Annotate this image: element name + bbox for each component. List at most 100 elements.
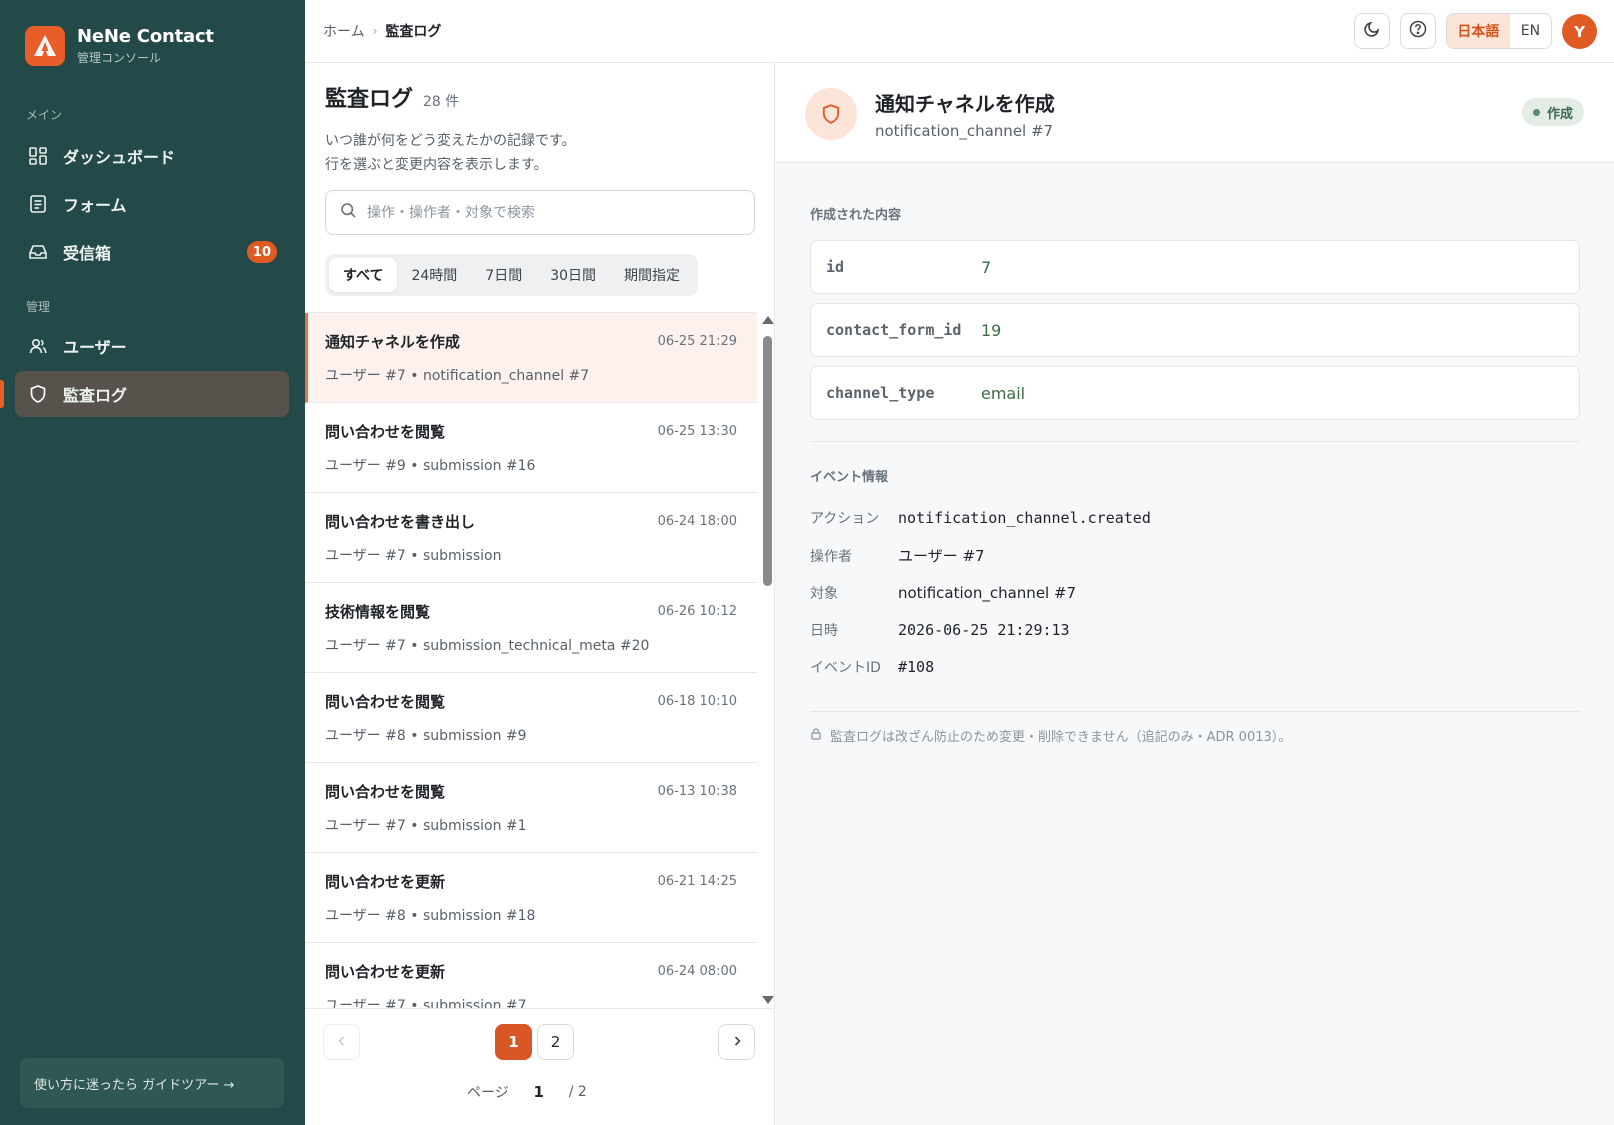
filter-tab-all[interactable]: すべて bbox=[329, 258, 398, 292]
list-item[interactable]: 問い合わせを閲覧 ユーザー #8 • submission #9 06-18 1… bbox=[305, 673, 757, 763]
sidebar-item-label: フォーム bbox=[63, 196, 127, 215]
event-value: notification_channel.created bbox=[898, 509, 1151, 527]
item-date: 06-13 10:38 bbox=[657, 784, 737, 799]
record-count: 28 件 bbox=[423, 94, 460, 110]
event-row-id: イベントID #108 bbox=[810, 657, 934, 677]
field-value: email bbox=[981, 383, 1026, 403]
sidebar-item-forms[interactable]: フォーム bbox=[15, 181, 289, 227]
item-subtitle: ユーザー #7 • submission bbox=[325, 548, 502, 564]
lang-ja-button[interactable]: 日本語 bbox=[1447, 14, 1510, 48]
field-key: id bbox=[826, 258, 845, 276]
period-filter-tabs: すべて 24時間 7日間 30日間 期間指定 bbox=[325, 254, 699, 296]
filter-tab-custom[interactable]: 期間指定 bbox=[610, 258, 694, 292]
status-dot bbox=[1532, 108, 1540, 116]
form-icon bbox=[28, 194, 48, 214]
sidebar-item-users[interactable]: ユーザー bbox=[15, 323, 289, 369]
note-text: 監査ログは改ざん防止のため変更・削除できません（追記のみ・ADR 0013）。 bbox=[830, 730, 1292, 745]
filter-tab-24h[interactable]: 24時間 bbox=[397, 258, 471, 292]
list-item[interactable]: 通知チャネルを作成 ユーザー #7 • notification_channel… bbox=[305, 313, 757, 403]
item-subtitle: ユーザー #7 • submission_technical_meta #20 bbox=[325, 638, 650, 654]
item-date: 06-24 18:00 bbox=[657, 514, 737, 529]
page-label: ページ bbox=[467, 1085, 509, 1101]
sidebar-item-inbox[interactable]: 受信箱 10 bbox=[15, 229, 289, 275]
field-value: 7 bbox=[981, 257, 992, 277]
users-icon bbox=[28, 336, 48, 356]
scroll-down-arrow-icon[interactable] bbox=[762, 996, 774, 1004]
field-row: contact_form_id 19 bbox=[810, 303, 1580, 357]
audit-list-panel: 監査ログ 28 件 いつ誰が何をどう変えたかの記録です。 行を選ぶと変更内容を表… bbox=[305, 63, 775, 1125]
field-value: 19 bbox=[981, 320, 1002, 340]
event-row-action: アクション notification_channel.created bbox=[810, 508, 1151, 528]
shield-icon bbox=[28, 384, 48, 404]
item-date: 06-24 08:00 bbox=[657, 964, 737, 979]
section-label-main: メイン bbox=[26, 108, 63, 122]
event-key: 操作者 bbox=[810, 548, 852, 565]
filter-tab-7d[interactable]: 7日間 bbox=[471, 258, 536, 292]
status-badge-label: 作成 bbox=[1546, 106, 1573, 122]
shield-icon bbox=[805, 88, 857, 140]
guide-tour-link[interactable]: 使い方に迷ったら ガイドツアー → bbox=[20, 1058, 284, 1108]
list-scrollbar[interactable] bbox=[759, 312, 775, 1008]
lang-en-button[interactable]: EN bbox=[1510, 14, 1551, 48]
section-label-admin: 管理 bbox=[26, 300, 51, 314]
list-item[interactable]: 問い合わせを書き出し ユーザー #7 • submission 06-24 18… bbox=[305, 493, 757, 583]
page-1-button[interactable]: 1 bbox=[495, 1024, 532, 1060]
event-key: イベントID bbox=[810, 660, 881, 676]
event-section-title: イベント情報 bbox=[810, 470, 889, 485]
brand-name: NeNe Contact bbox=[77, 26, 214, 47]
field-row: id 7 bbox=[810, 240, 1580, 294]
chevron-right-icon bbox=[731, 1033, 743, 1051]
item-date: 06-25 13:30 bbox=[657, 424, 737, 439]
filter-tab-30d[interactable]: 30日間 bbox=[536, 258, 610, 292]
avatar[interactable]: Y bbox=[1562, 14, 1597, 49]
list-item[interactable]: 問い合わせを閲覧 ユーザー #9 • submission #16 06-25 … bbox=[305, 403, 757, 493]
event-row-target: 対象 notification_channel #7 bbox=[810, 583, 1076, 603]
help-button[interactable] bbox=[1400, 13, 1436, 49]
list-item[interactable]: 問い合わせを更新 ユーザー #8 • submission #18 06-21 … bbox=[305, 853, 757, 943]
brand[interactable]: NeNe Contact 管理コンソール bbox=[25, 26, 214, 66]
immutability-note: 監査ログは改ざん防止のため変更・削除できません（追記のみ・ADR 0013）。 bbox=[810, 726, 1291, 745]
list-item[interactable]: 技術情報を閲覧 ユーザー #7 • submission_technical_m… bbox=[305, 583, 757, 673]
lock-icon bbox=[810, 727, 822, 744]
item-subtitle: ユーザー #8 • submission #18 bbox=[325, 908, 536, 924]
list-description: いつ誰が何をどう変えたかの記録です。 行を選ぶと変更内容を表示します。 bbox=[325, 129, 576, 177]
item-subtitle: ユーザー #7 • submission #1 bbox=[325, 818, 527, 834]
event-value: notification_channel #7 bbox=[898, 584, 1077, 602]
created-section-title: 作成された内容 bbox=[810, 208, 902, 223]
breadcrumb-home[interactable]: ホーム bbox=[323, 21, 365, 41]
list-item[interactable]: 問い合わせを更新 ユーザー #7 • submission #7 06-24 0… bbox=[305, 943, 757, 1008]
description-line-1: いつ誰が何をどう変えたかの記録です。 bbox=[325, 133, 576, 149]
item-date: 06-21 14:25 bbox=[657, 874, 737, 889]
sidebar-item-label: ダッシュボード bbox=[63, 148, 176, 167]
current-page-input[interactable]: 1 bbox=[509, 1083, 569, 1101]
sidebar-item-audit-log[interactable]: 監査ログ bbox=[15, 371, 289, 417]
detail-subtitle: notification_channel #7 bbox=[875, 122, 1054, 140]
status-badge: 作成 bbox=[1521, 98, 1584, 126]
top-header: ホーム › 監査ログ 日本語 EN Y bbox=[305, 0, 1614, 63]
page-title: 監査ログ bbox=[325, 87, 414, 112]
event-row-actor: 操作者 ユーザー #7 bbox=[810, 545, 985, 566]
event-key: 日時 bbox=[810, 623, 838, 639]
prev-page-button[interactable] bbox=[323, 1024, 360, 1060]
sidebar-item-dashboard[interactable]: ダッシュボード bbox=[15, 133, 289, 179]
detail-title: 通知チャネルを作成 bbox=[875, 92, 1055, 116]
list-item[interactable]: 問い合わせを閲覧 ユーザー #7 • submission #1 06-13 1… bbox=[305, 763, 757, 853]
page-2-button[interactable]: 2 bbox=[537, 1024, 574, 1060]
event-value: #108 bbox=[898, 658, 935, 676]
sidebar-item-label: ユーザー bbox=[63, 338, 127, 357]
search-input[interactable] bbox=[367, 204, 727, 221]
item-subtitle: ユーザー #7 • submission #7 bbox=[325, 998, 527, 1008]
breadcrumb: ホーム › 監査ログ bbox=[323, 21, 441, 41]
scrollbar-thumb[interactable] bbox=[763, 336, 772, 586]
event-key: アクション bbox=[810, 511, 880, 527]
inbox-icon bbox=[28, 242, 48, 262]
item-subtitle: ユーザー #7 • notification_channel #7 bbox=[325, 368, 590, 384]
next-page-button[interactable] bbox=[718, 1024, 755, 1060]
total-pages: / 2 bbox=[568, 1084, 587, 1100]
sidebar-item-label: 監査ログ bbox=[63, 386, 128, 405]
event-value: 2026-06-25 21:29:13 bbox=[898, 621, 1070, 639]
active-indicator bbox=[0, 380, 4, 408]
scroll-up-arrow-icon[interactable] bbox=[762, 316, 774, 324]
theme-toggle-button[interactable] bbox=[1354, 13, 1390, 49]
logo-icon bbox=[25, 26, 65, 66]
